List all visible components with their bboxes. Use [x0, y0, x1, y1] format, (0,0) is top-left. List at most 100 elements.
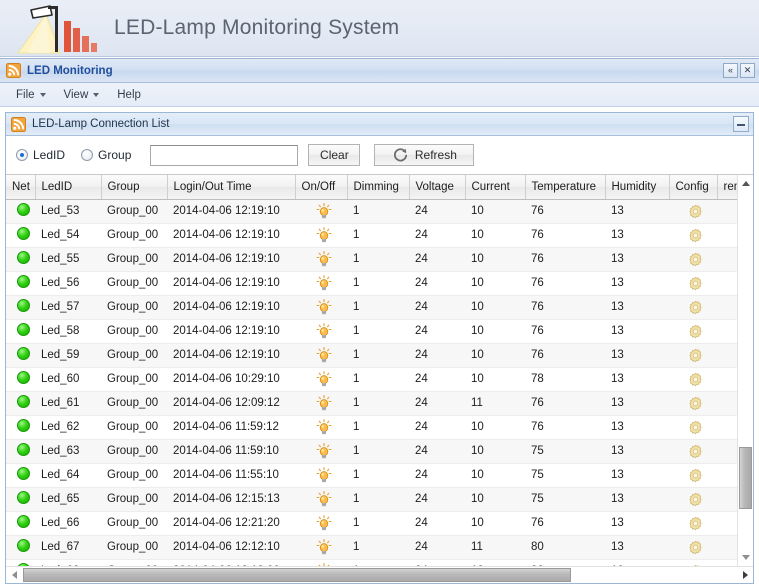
gear-icon[interactable]: [688, 444, 703, 459]
panel-collapse-button[interactable]: [733, 116, 749, 132]
cell-remove: [717, 319, 737, 344]
cell-current: 11: [465, 535, 525, 560]
radio-group[interactable]: Group: [81, 148, 131, 162]
cell-ledid: Led_63: [35, 439, 101, 464]
menu-file[interactable]: File: [8, 86, 54, 104]
gear-icon[interactable]: [688, 348, 703, 363]
table-row[interactable]: Led_62 Group_00 2014-04-06 11:59:12 1 24 10 76…: [6, 415, 737, 440]
cell-temperature: 75: [525, 487, 605, 512]
horizontal-scrollbar[interactable]: [6, 566, 753, 583]
col-current[interactable]: Current: [465, 175, 526, 200]
table-row[interactable]: Led_55 Group_00 2014-04-06 12:19:10 1 24 10 76…: [6, 247, 737, 272]
light-bulb-on-icon: [315, 299, 332, 315]
gear-icon[interactable]: [688, 324, 703, 339]
table-row[interactable]: Led_54 Group_00 2014-04-06 12:19:10 1 24 10 76…: [6, 223, 737, 248]
table-row[interactable]: Led_57 Group_00 2014-04-06 12:19:10 1 24 10 76…: [6, 295, 737, 320]
table-row[interactable]: Led_58 Group_00 2014-04-06 12:19:10 1 24 10 76…: [6, 319, 737, 344]
vertical-scrollbar[interactable]: [737, 175, 753, 566]
gear-icon[interactable]: [688, 276, 703, 291]
table-row[interactable]: Led_53 Group_00 2014-04-06 12:19:10 1 24 10 76…: [6, 199, 737, 224]
gear-icon[interactable]: [688, 516, 703, 531]
gear-icon[interactable]: [688, 540, 703, 555]
cell-dimming: 1: [347, 511, 409, 536]
cell-group: Group_00: [101, 415, 167, 440]
light-bulb-on-icon: [315, 395, 332, 411]
gear-icon[interactable]: [688, 300, 703, 315]
cell-temperature: 80: [525, 535, 605, 560]
cell-current: 10: [465, 415, 525, 440]
cell-onoff: [295, 463, 347, 488]
cell-current: 10: [465, 343, 525, 368]
col-temperature[interactable]: Temperature: [525, 175, 606, 200]
menu-view[interactable]: View: [56, 86, 108, 104]
table-row[interactable]: Led_59 Group_00 2014-04-06 12:19:10 1 24 10 76…: [6, 343, 737, 368]
col-humidity[interactable]: Humidity: [605, 175, 670, 200]
collapse-all-button[interactable]: «: [723, 63, 738, 78]
refresh-button[interactable]: Refresh: [374, 144, 475, 166]
scroll-down-button[interactable]: [738, 549, 753, 566]
cell-voltage: 24: [409, 271, 465, 296]
gear-icon[interactable]: [688, 396, 703, 411]
connection-grid: Net LedID Group Login/Out Time On/Off Di…: [6, 174, 753, 583]
cell-humidity: 10: [605, 559, 669, 566]
gear-icon[interactable]: [688, 252, 703, 267]
clear-button-label: Clear: [320, 148, 349, 162]
col-login-out-time[interactable]: Login/Out Time: [167, 175, 296, 200]
light-bulb-on-icon: [315, 467, 332, 483]
cell-ledid: Led_68: [35, 559, 101, 566]
app-header: LED-Lamp Monitoring System: [0, 0, 759, 57]
col-net[interactable]: Net: [6, 175, 36, 200]
menu-help[interactable]: Help: [109, 86, 149, 104]
chevron-down-icon: [93, 92, 100, 97]
cell-onoff: [295, 199, 347, 224]
status-online-indicator: [16, 323, 30, 336]
cell-login-out-time: 2014-04-06 12:21:20: [167, 511, 295, 536]
gear-icon[interactable]: [688, 228, 703, 243]
scroll-right-button[interactable]: [737, 567, 753, 583]
table-row[interactable]: Led_56 Group_00 2014-04-06 12:19:10 1 24 10 76…: [6, 271, 737, 296]
cell-group: Group_00: [101, 559, 167, 566]
horizontal-scroll-thumb[interactable]: [23, 568, 571, 582]
cell-config: [669, 463, 717, 488]
cell-current: 10: [465, 439, 525, 464]
scroll-up-button[interactable]: [738, 175, 753, 192]
clear-button[interactable]: Clear: [308, 144, 361, 166]
table-row[interactable]: Led_66 Group_00 2014-04-06 12:21:20 1 24 10 76…: [6, 511, 737, 536]
cell-onoff: [295, 271, 347, 296]
gear-icon[interactable]: [688, 468, 703, 483]
table-row[interactable]: Led_60 Group_00 2014-04-06 10:29:10 1 24 10 78…: [6, 367, 737, 392]
cell-voltage: 24: [409, 247, 465, 272]
cell-login-out-time: 2014-04-06 12:19:10: [167, 295, 295, 320]
col-group[interactable]: Group: [101, 175, 168, 200]
gear-icon[interactable]: [688, 420, 703, 435]
cell-net: [6, 487, 35, 512]
table-row[interactable]: Led_67 Group_00 2014-04-06 12:12:10 1 24 11 80…: [6, 535, 737, 560]
cell-group: Group_00: [101, 343, 167, 368]
cell-net: [6, 199, 35, 224]
table-row[interactable]: Led_64 Group_00 2014-04-06 11:55:10 1 24 10 75…: [6, 463, 737, 488]
vertical-scroll-thumb[interactable]: [739, 447, 752, 509]
radio-ledid[interactable]: LedID: [16, 148, 65, 162]
table-row[interactable]: Led_61 Group_00 2014-04-06 12:09:12 1 24 11 76…: [6, 391, 737, 416]
col-remove[interactable]: remove: [717, 175, 737, 200]
table-row[interactable]: Led_68Group_002014-04-06 12:18:00 1241282…: [6, 559, 737, 566]
cell-voltage: 24: [409, 559, 465, 566]
cell-group: Group_00: [101, 295, 167, 320]
close-button[interactable]: ✕: [740, 63, 755, 78]
cell-config: [669, 295, 717, 320]
cell-voltage: 24: [409, 223, 465, 248]
col-voltage[interactable]: Voltage: [409, 175, 466, 200]
col-config[interactable]: Config: [669, 175, 718, 200]
gear-icon[interactable]: [688, 204, 703, 219]
scroll-left-button[interactable]: [6, 567, 22, 583]
cell-temperature: 76: [525, 247, 605, 272]
col-onoff[interactable]: On/Off: [295, 175, 348, 200]
search-input[interactable]: [150, 144, 299, 166]
table-row[interactable]: Led_65 Group_00 2014-04-06 12:15:13 1 24 10 75…: [6, 487, 737, 512]
cell-humidity: 13: [605, 511, 669, 536]
gear-icon[interactable]: [688, 492, 703, 507]
table-row[interactable]: Led_63 Group_00 2014-04-06 11:59:10 1 24 10 75…: [6, 439, 737, 464]
col-ledid[interactable]: LedID: [35, 175, 102, 200]
gear-icon[interactable]: [688, 372, 703, 387]
col-dimming[interactable]: Dimming: [347, 175, 410, 200]
